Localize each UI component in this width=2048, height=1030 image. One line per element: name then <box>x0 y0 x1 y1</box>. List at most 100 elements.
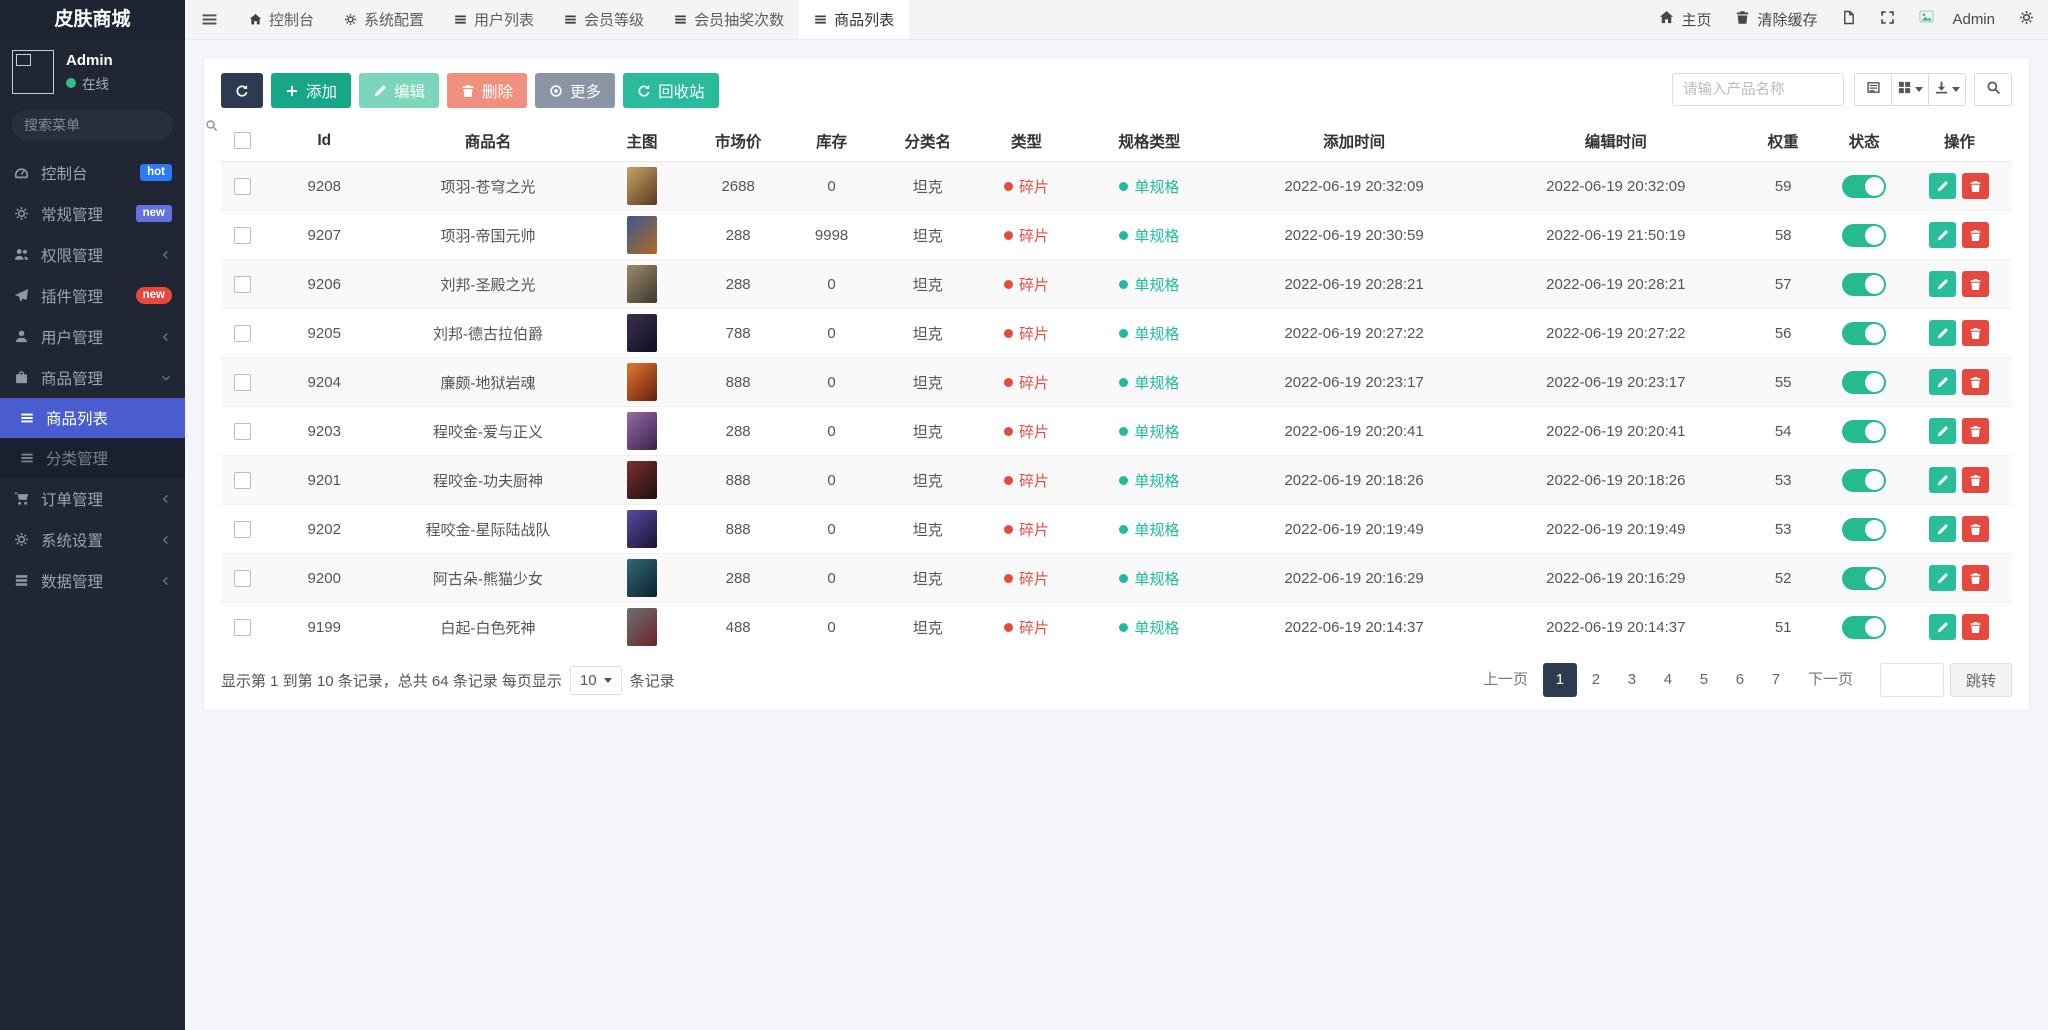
toggle-view-button[interactable] <box>1854 73 1892 106</box>
status-toggle[interactable] <box>1842 566 1887 590</box>
edit-row-button[interactable] <box>1929 418 1957 444</box>
sidebar-item-用户管理[interactable]: 用户管理 <box>0 316 185 357</box>
row-checkbox[interactable] <box>233 569 251 587</box>
page-button-6[interactable]: 6 <box>1723 663 1757 697</box>
cell-name: 刘邦-德古拉伯爵 <box>384 308 592 358</box>
home-link[interactable]: 主页 <box>1659 9 1711 30</box>
sidebar-item-系统设置[interactable]: 系统设置 <box>0 519 185 560</box>
jump-page-input[interactable] <box>1879 663 1944 697</box>
status-toggle[interactable] <box>1842 419 1887 443</box>
tab-会员等级[interactable]: 会员等级 <box>549 0 659 39</box>
edit-row-button[interactable] <box>1929 614 1957 640</box>
delete-row-button[interactable] <box>1962 173 1990 199</box>
sidebar-item-权限管理[interactable]: 权限管理 <box>0 234 185 275</box>
prev-page-button[interactable]: 上一页 <box>1470 663 1541 697</box>
product-thumbnail[interactable] <box>627 461 658 499</box>
edit-row-button[interactable] <box>1929 516 1957 542</box>
status-toggle[interactable] <box>1842 223 1887 247</box>
product-thumbnail[interactable] <box>627 167 658 205</box>
next-page-button[interactable]: 下一页 <box>1795 663 1866 697</box>
sidebar-item-订单管理[interactable]: 订单管理 <box>0 478 185 519</box>
row-checkbox[interactable] <box>233 471 251 489</box>
clear-cache-button[interactable]: 清除缓存 <box>1735 9 1817 30</box>
sidebar-item-控制台[interactable]: 控制台 hot <box>0 152 185 193</box>
select-all-checkbox[interactable] <box>233 132 251 150</box>
product-thumbnail[interactable] <box>627 412 658 450</box>
delete-row-button[interactable] <box>1962 271 1990 297</box>
row-checkbox[interactable] <box>233 275 251 293</box>
delete-row-button[interactable] <box>1962 320 1990 346</box>
sidebar-item-商品列表[interactable]: 商品列表 <box>0 398 185 438</box>
row-checkbox[interactable] <box>233 373 251 391</box>
fullscreen-button[interactable] <box>1880 10 1895 29</box>
sidebar-item-分类管理[interactable]: 分类管理 <box>0 438 185 478</box>
sidebar-toggle-button[interactable] <box>185 0 234 39</box>
product-thumbnail[interactable] <box>627 314 658 352</box>
page-button-4[interactable]: 4 <box>1651 663 1685 697</box>
page-button-7[interactable]: 7 <box>1759 663 1793 697</box>
page-button-5[interactable]: 5 <box>1687 663 1721 697</box>
status-toggle[interactable] <box>1842 272 1887 296</box>
product-thumbnail[interactable] <box>627 265 658 303</box>
add-button[interactable]: 添加 <box>271 73 352 108</box>
edit-row-button[interactable] <box>1929 369 1957 395</box>
table-search-button[interactable] <box>1974 73 2012 106</box>
sidebar-item-常规管理[interactable]: 常规管理 new <box>0 193 185 234</box>
sidebar-search-input[interactable] <box>24 117 205 133</box>
edit-row-button[interactable] <box>1929 565 1957 591</box>
export-button[interactable] <box>1928 73 1966 106</box>
product-thumbnail[interactable] <box>627 608 658 646</box>
row-checkbox[interactable] <box>233 226 251 244</box>
status-toggle[interactable] <box>1842 370 1887 394</box>
tab-系统配置[interactable]: 系统配置 <box>329 0 439 39</box>
edit-row-button[interactable] <box>1929 173 1957 199</box>
row-checkbox[interactable] <box>233 618 251 636</box>
status-toggle[interactable] <box>1842 517 1887 541</box>
status-toggle[interactable] <box>1842 174 1887 198</box>
sidebar-item-数据管理[interactable]: 数据管理 <box>0 560 185 601</box>
delete-row-button[interactable] <box>1962 565 1990 591</box>
delete-row-button[interactable] <box>1962 222 1990 248</box>
row-checkbox[interactable] <box>233 177 251 195</box>
product-thumbnail[interactable] <box>627 510 658 548</box>
edit-button[interactable]: 编辑 <box>359 73 440 108</box>
user-menu[interactable]: Admin <box>1919 9 1995 30</box>
tab-会员抽奖次数[interactable]: 会员抽奖次数 <box>659 0 799 39</box>
row-checkbox[interactable] <box>233 324 251 342</box>
product-thumbnail[interactable] <box>627 363 658 401</box>
sidebar-item-插件管理[interactable]: 插件管理 new <box>0 275 185 316</box>
row-checkbox[interactable] <box>233 520 251 538</box>
page-size-select[interactable]: 10 <box>569 665 622 695</box>
settings-gear-button[interactable] <box>2019 10 2034 29</box>
page-button-1[interactable]: 1 <box>1542 663 1577 697</box>
delete-row-button[interactable] <box>1962 614 1990 640</box>
edit-row-button[interactable] <box>1929 320 1957 346</box>
product-thumbnail[interactable] <box>627 559 658 597</box>
sidebar-item-商品管理[interactable]: 商品管理 <box>0 357 185 398</box>
delete-button[interactable]: 删除 <box>447 73 528 108</box>
status-toggle[interactable] <box>1842 468 1887 492</box>
product-search-input[interactable] <box>1672 73 1844 106</box>
more-button[interactable]: 更多 <box>535 73 616 108</box>
page-button-3[interactable]: 3 <box>1615 663 1649 697</box>
docs-button[interactable] <box>1841 10 1856 29</box>
status-toggle[interactable] <box>1842 615 1887 639</box>
status-toggle[interactable] <box>1842 321 1887 345</box>
product-thumbnail[interactable] <box>627 216 658 254</box>
recycle-bin-button[interactable]: 回收站 <box>623 73 719 108</box>
edit-row-button[interactable] <box>1929 222 1957 248</box>
columns-button[interactable] <box>1891 73 1929 106</box>
jump-button[interactable]: 跳转 <box>1949 663 2012 697</box>
tab-用户列表[interactable]: 用户列表 <box>439 0 549 39</box>
edit-row-button[interactable] <box>1929 467 1957 493</box>
edit-row-button[interactable] <box>1929 271 1957 297</box>
delete-row-button[interactable] <box>1962 467 1990 493</box>
tab-控制台[interactable]: 控制台 <box>234 0 329 39</box>
tab-商品列表[interactable]: 商品列表 <box>799 0 910 39</box>
delete-row-button[interactable] <box>1962 418 1990 444</box>
refresh-button[interactable] <box>221 73 263 108</box>
row-checkbox[interactable] <box>233 422 251 440</box>
delete-row-button[interactable] <box>1962 516 1990 542</box>
page-button-2[interactable]: 2 <box>1579 663 1613 697</box>
delete-row-button[interactable] <box>1962 369 1990 395</box>
